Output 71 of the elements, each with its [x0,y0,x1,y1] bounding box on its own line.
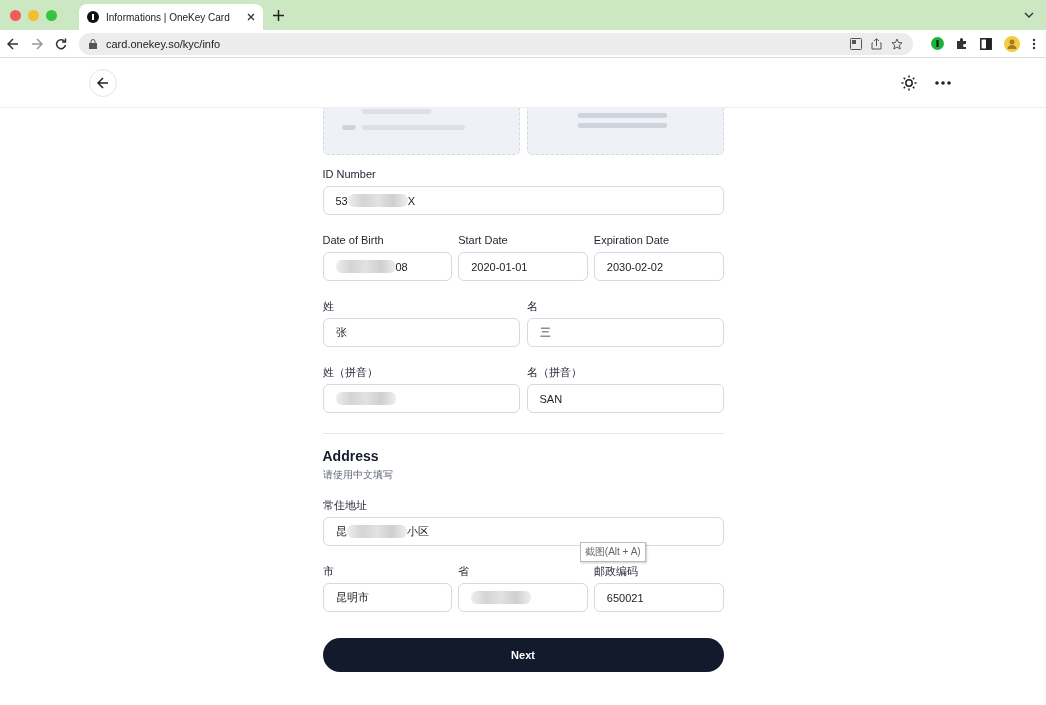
id-number-field[interactable]: 53 X [322,186,724,215]
field-value: X [407,194,416,207]
section-title: Address [322,448,380,464]
field-value: 昆明市 [335,590,369,605]
more-icon[interactable] [935,80,951,85]
avatar-icon[interactable] [1004,35,1020,52]
forward-icon[interactable] [31,37,43,50]
field-label: 常住地址 [322,498,368,512]
field-value: 三 [539,325,551,340]
field-value: 08 [395,260,408,273]
blurred-text [471,591,532,604]
back-arrow-icon [97,76,109,89]
field-value: 昆 [335,524,347,539]
address-field[interactable]: 昆 小区 [322,517,724,546]
address-bar[interactable]: card.onekey.so/kyc/info [79,32,913,55]
field-value: 2020-01-01 [471,260,528,273]
close-window-dot[interactable] [10,9,21,21]
blurred-text [346,525,407,538]
address-field[interactable] [458,583,588,612]
new-tab-icon[interactable] [273,9,284,21]
field-label: 姓 [322,299,335,313]
back-button[interactable] [89,68,117,97]
lock-icon [89,38,97,49]
name-field[interactable]: 张 [322,318,520,347]
zoom-window-dot[interactable] [46,9,57,21]
reload-icon[interactable] [55,37,67,50]
blurred-text [335,392,396,405]
field-label: Expiration Date [593,233,671,247]
url-text: card.onekey.so/kyc/info [106,37,221,50]
field-label: 姓（拼音） [322,365,379,379]
tooltip: 截图(Alt + A) [579,542,646,562]
field-value: SAN [539,392,563,405]
field-value: 2030-02-02 [606,260,664,273]
sidebar-icon[interactable] [980,37,992,50]
puzzle-icon[interactable] [956,37,968,50]
browser-tab[interactable]: Informations | OneKey Card [79,4,263,30]
extension-icon[interactable] [931,37,944,50]
chevron-down-icon[interactable] [1024,12,1034,18]
tab-title: Informations | OneKey Card [106,11,231,23]
address-field[interactable]: 昆明市 [322,583,453,612]
share-icon[interactable] [871,37,882,50]
date-field[interactable]: 08 [322,252,453,281]
name-field[interactable]: 三 [526,318,724,347]
field-label: 名 [526,299,539,313]
field-value: 小区 [406,524,429,539]
next-button[interactable]: Next [322,638,724,672]
field-label: 名（拼音） [526,365,583,379]
field-label: Date of Birth [322,233,385,247]
section-hint: 请使用中文填写 [322,468,394,482]
field-label: ID Number [322,167,377,181]
name-field[interactable]: SAN [526,384,724,413]
field-label: 市 [322,564,335,578]
field-value: 53 [335,194,348,207]
blurred-text [347,194,408,207]
address-field[interactable]: 650021 [593,583,724,612]
star-icon[interactable] [891,37,903,50]
theme-sun-icon[interactable] [901,74,917,91]
date-field[interactable]: 2030-02-02 [593,252,724,281]
field-label: 省 [458,564,471,578]
name-field[interactable] [322,384,520,413]
field-value: 650021 [606,591,644,604]
menu-icon[interactable] [1032,37,1036,50]
minimize-window-dot[interactable] [28,9,39,21]
blurred-text [335,260,396,273]
date-field[interactable]: 2020-01-01 [458,252,588,281]
field-label: Start Date [458,233,509,247]
translate-icon[interactable] [850,37,862,50]
field-value: 张 [335,325,347,340]
back-icon[interactable] [7,37,19,50]
close-icon[interactable] [247,13,255,21]
field-label: 邮政编码 [593,564,639,578]
